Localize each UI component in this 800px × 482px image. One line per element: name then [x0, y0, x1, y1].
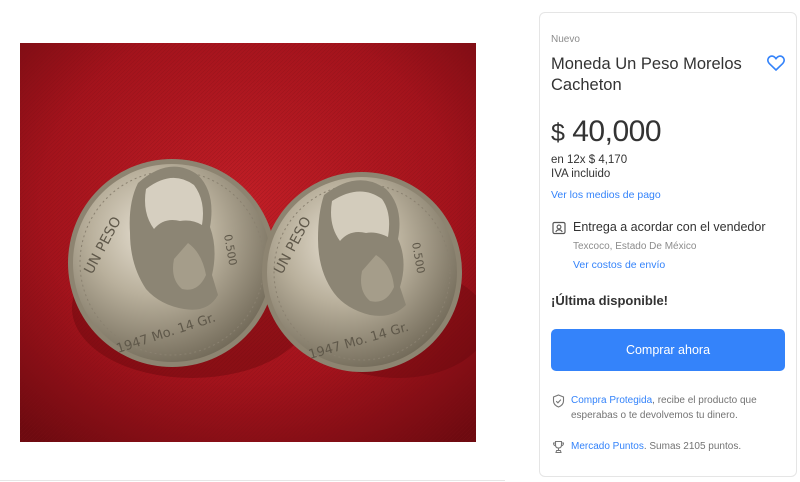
product-photo[interactable]: UN PESO 1947 Mo. 14 Gr. 0.500 UN PESO 19…: [20, 43, 476, 442]
item-condition: Nuevo: [551, 34, 580, 45]
price: $ 40,000: [551, 115, 662, 149]
product-gallery: UN PESO 1947 Mo. 14 Gr. 0.500 UN PESO 19…: [0, 0, 505, 482]
price-amount: 40,000: [572, 115, 662, 148]
coin-left: UN PESO 1947 Mo. 14 Gr. 0.500: [68, 159, 276, 367]
price-currency: $: [551, 119, 565, 147]
product-title: Moneda Un Peso Morelos Cacheton: [551, 55, 742, 94]
points-text: Mercado Puntos. Sumas 2105 puntos.: [571, 441, 741, 452]
protection-text: Compra Protegida, recibe el producto que…: [571, 393, 786, 423]
trophy-icon: [552, 440, 565, 454]
map-pin-box-icon: [552, 221, 566, 235]
shipping-title: Entrega a acordar con el vendedor: [573, 220, 766, 234]
protected-purchase-link[interactable]: Compra Protegida: [571, 395, 652, 406]
payment-methods-link[interactable]: Ver los medios de pago: [551, 189, 661, 201]
tax-note: IVA incluido: [551, 168, 611, 180]
shield-check-icon: [552, 394, 565, 408]
coin-right: UN PESO 1947 Mo. 14 Gr. 0.500: [262, 172, 462, 372]
heart-icon[interactable]: [766, 53, 786, 73]
buy-now-button[interactable]: Comprar ahora: [551, 329, 785, 371]
shipping-costs-link[interactable]: Ver costos de envío: [573, 259, 665, 271]
buy-box: Nuevo Moneda Un Peso Morelos Cacheton $ …: [539, 12, 797, 477]
gallery-divider: [0, 480, 505, 481]
points-description: . Sumas 2105 puntos.: [643, 441, 742, 452]
stock-status: ¡Última disponible!: [551, 293, 668, 308]
shipping-location: Texcoco, Estado De México: [573, 241, 697, 252]
mercado-points-link[interactable]: Mercado Puntos: [571, 441, 644, 452]
installments-text: en 12x $ 4,170: [551, 154, 628, 166]
